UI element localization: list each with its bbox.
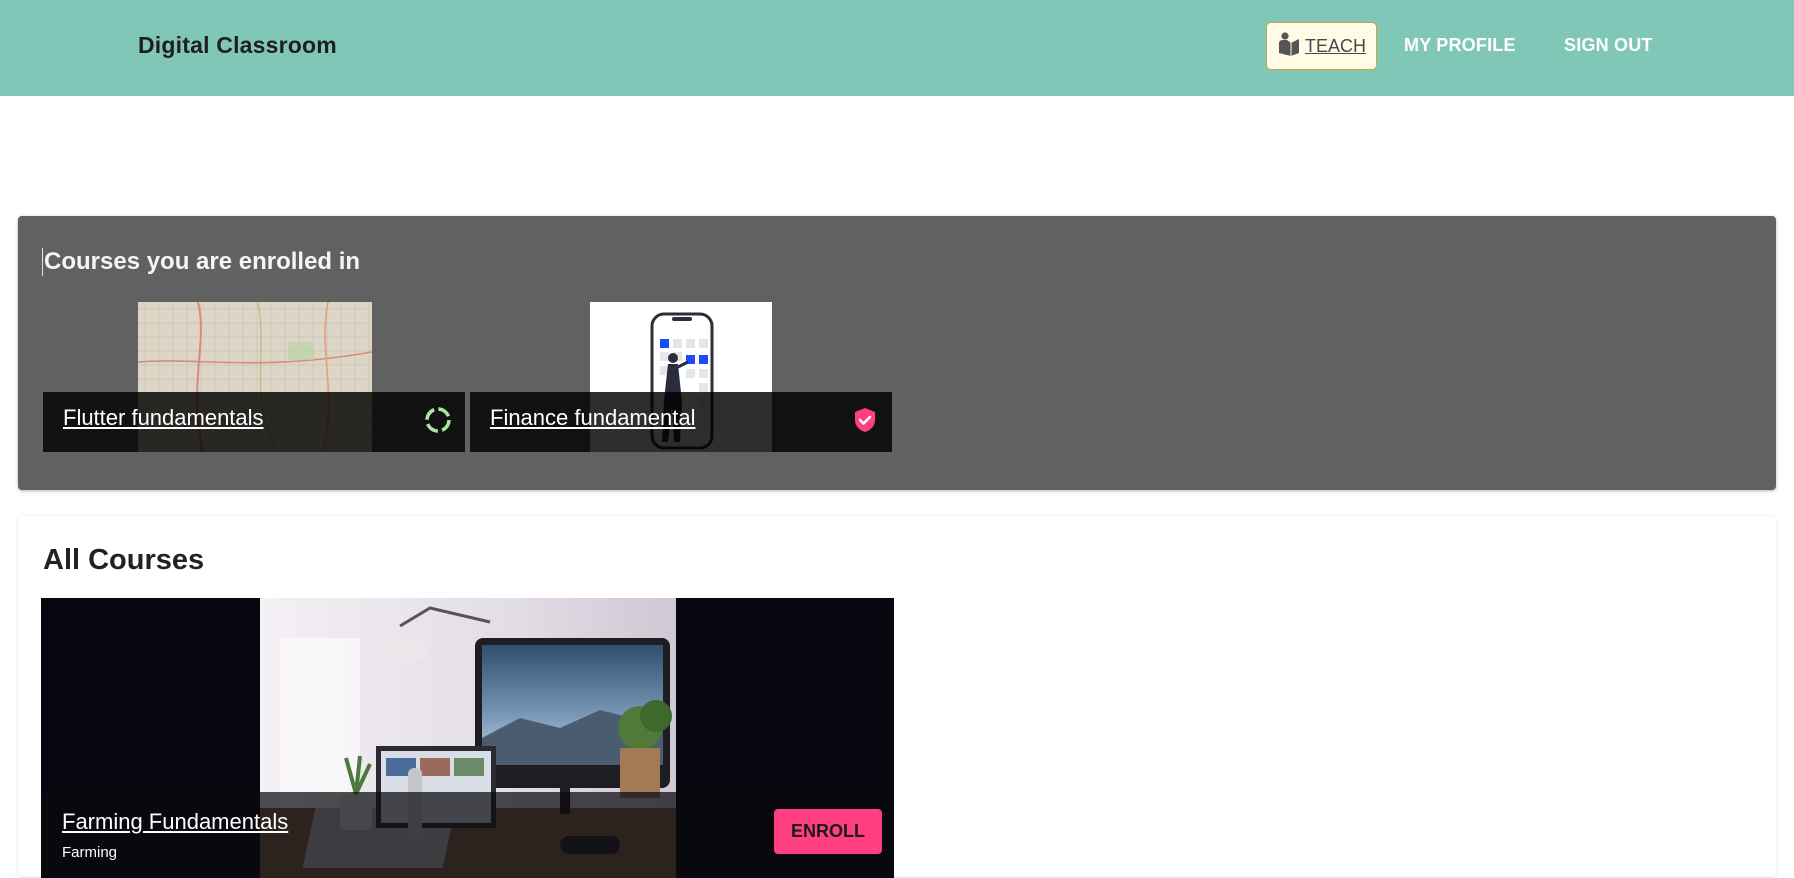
course-card[interactable]: Farming Fundamentals Farming ENROLL: [41, 598, 894, 878]
enrolled-course-card[interactable]: Finance fundamental: [470, 302, 892, 452]
course-category-label: Farming: [62, 844, 118, 861]
course-title-link[interactable]: Flutter fundamentals: [63, 405, 264, 431]
my-profile-link[interactable]: MY PROFILE: [1404, 35, 1516, 56]
course-title-link[interactable]: Farming Fundamentals: [62, 809, 288, 835]
verified-shield-icon: [851, 406, 879, 434]
enrolled-course-bar: Flutter fundamentals: [43, 392, 465, 452]
enrolled-courses-panel: Courses you are enrolled in Flutter fund…: [18, 216, 1776, 490]
enrolled-course-card[interactable]: Flutter fundamentals: [43, 302, 465, 452]
course-title-link[interactable]: Finance fundamental: [490, 405, 695, 431]
in-progress-icon: [424, 406, 452, 434]
course-info-bar: Farming Fundamentals Farming ENROLL: [41, 792, 894, 878]
app-title[interactable]: Digital Classroom: [138, 32, 337, 59]
teacher-icon: [1277, 31, 1301, 62]
sign-out-link[interactable]: SIGN OUT: [1564, 35, 1653, 56]
enrolled-section-title: Courses you are enrolled in: [42, 248, 361, 276]
teach-button[interactable]: TEACH: [1266, 22, 1377, 70]
all-courses-panel: All Courses Farming Fundamentals Farming…: [18, 516, 1776, 878]
enroll-button[interactable]: ENROLL: [774, 809, 882, 854]
all-courses-title: All Courses: [43, 544, 205, 576]
teach-label: TEACH: [1304, 35, 1366, 56]
enrolled-course-bar: Finance fundamental: [470, 392, 892, 452]
top-app-bar: Digital Classroom TEACH MY PROFILE SIGN …: [0, 0, 1794, 96]
